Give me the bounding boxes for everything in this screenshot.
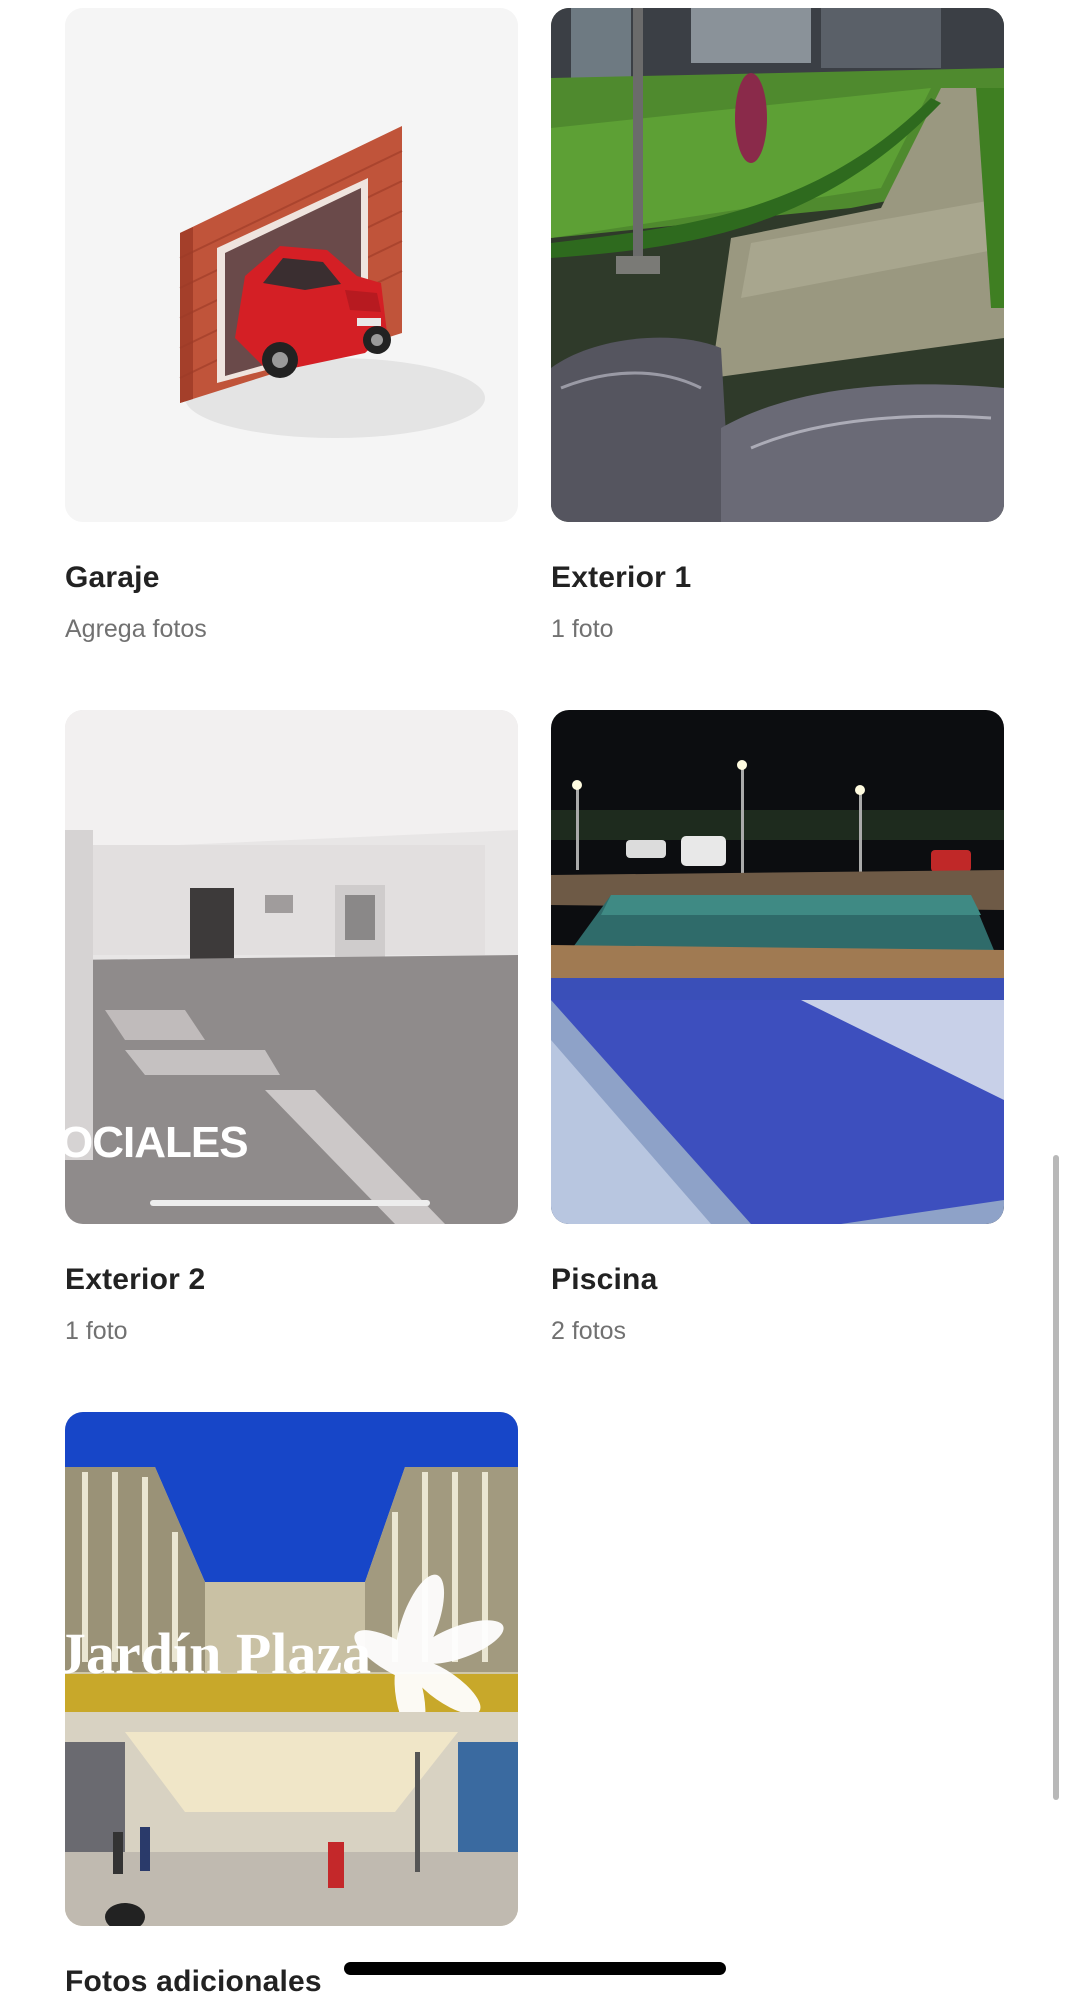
card-title: Piscina: [551, 1263, 658, 1296]
card-title: Fotos adicionales: [65, 1965, 322, 1998]
hall-sign-text: OCIALES: [65, 1118, 249, 1167]
garage-illustration[interactable]: [65, 8, 518, 522]
garden-walkway-photo[interactable]: [551, 8, 1004, 522]
photo-category-card-piscina[interactable]: Piscina 2 fotos: [551, 710, 1004, 1345]
home-indicator[interactable]: [344, 1962, 726, 1975]
photo-category-card-garaje[interactable]: Garaje Agrega fotos: [65, 8, 518, 643]
photo-tour-page: Garaje Agrega fotos Exterior 1 1 foto OC…: [0, 0, 1069, 2000]
card-subtitle: 1 foto: [65, 1317, 128, 1345]
pool-night-photo[interactable]: [551, 710, 1004, 1224]
card-subtitle: 1 foto: [551, 615, 614, 643]
card-title: Exterior 2: [65, 1263, 206, 1296]
card-subtitle: 2 fotos: [551, 1317, 627, 1345]
card-title: Exterior 1: [551, 561, 692, 594]
photo-category-card-exterior-1[interactable]: Exterior 1 1 foto: [551, 8, 1004, 643]
social-hall-photo[interactable]: OCIALES: [65, 710, 518, 1224]
card-subtitle: Agrega fotos: [65, 615, 207, 643]
vertical-scrollbar[interactable]: [1053, 1155, 1059, 1800]
photo-category-card-fotos-adicionales[interactable]: Jardín Plaza Fotos adicionales: [65, 1412, 518, 1998]
mall-photo[interactable]: Jardín Plaza: [65, 1412, 518, 1926]
card-title: Garaje: [65, 561, 160, 594]
photo-category-card-exterior-2[interactable]: OCIALES Exterior 2 1 foto: [65, 710, 518, 1345]
mall-sign-text: Jardín Plaza: [65, 1621, 372, 1686]
